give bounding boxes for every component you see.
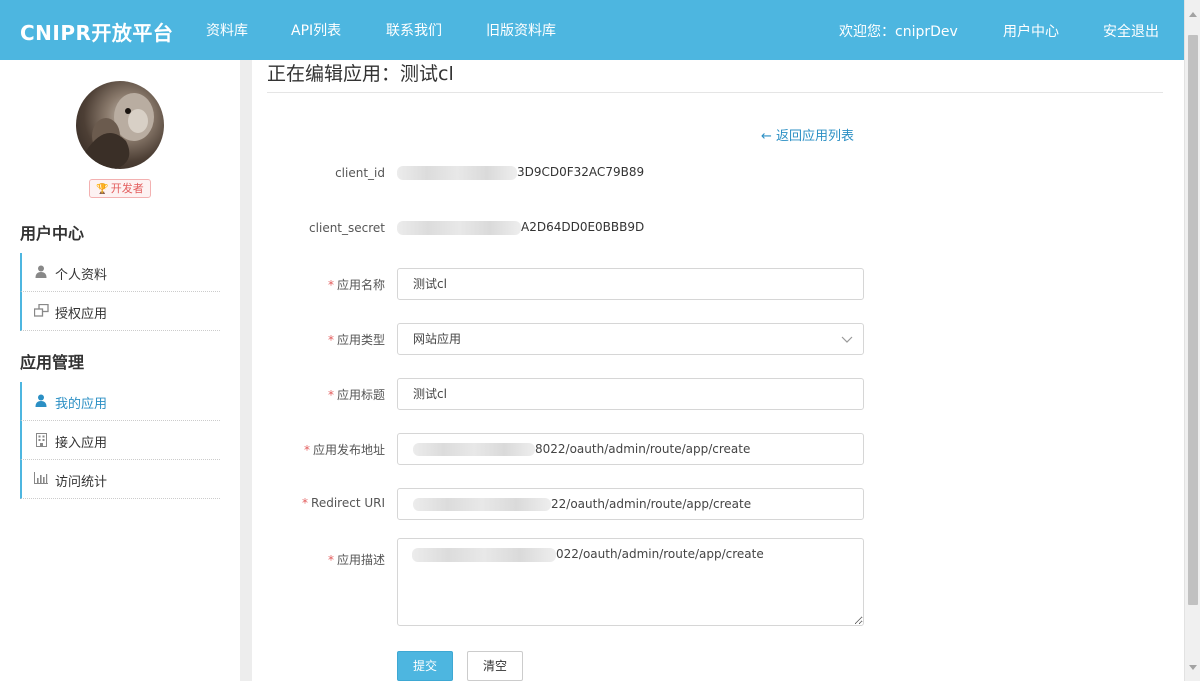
app-name-input[interactable]: 测试cl xyxy=(397,268,864,300)
description-value: 022/oauth/admin/route/app/create xyxy=(412,547,764,562)
section-title-app-management: 应用管理 xyxy=(20,353,85,372)
top-navbar: CNIPR开放平台 资料库 API列表 联系我们 旧版资料库 欢迎您：cnipr… xyxy=(0,0,1184,60)
logout-link[interactable]: 安全退出 xyxy=(1103,21,1159,41)
building-icon xyxy=(34,433,48,447)
arrow-left-icon: ← xyxy=(761,129,772,144)
chevron-down-icon xyxy=(841,336,853,343)
main-content: 正在编辑应用：测试cl ← 返回应用列表 client_id 3D9CD0F32… xyxy=(252,60,1184,681)
scroll-thumb[interactable] xyxy=(1188,35,1198,605)
user-icon xyxy=(34,394,48,408)
publish-url-input[interactable]: 8022/oauth/admin/route/app/create xyxy=(397,433,864,465)
scroll-up-arrow-icon[interactable] xyxy=(1189,12,1197,17)
sidebar: 🏆 开发者 用户中心 个人资料 授权应用 应用管理 我的应用 接入应用 访问统计 xyxy=(0,60,240,681)
trophy-icon: 🏆 xyxy=(96,184,109,195)
nav-old-library[interactable]: 旧版资料库 xyxy=(486,20,556,40)
developer-badge: 🏆 开发者 xyxy=(89,179,151,198)
redirect-uri-label: * Redirect URI xyxy=(302,496,385,510)
redacted-block xyxy=(413,443,535,456)
nav-library[interactable]: 资料库 xyxy=(206,20,248,40)
nav-user-center[interactable]: 用户中心 xyxy=(1003,21,1059,41)
redirect-uri-input[interactable]: 22/oauth/admin/route/app/create xyxy=(397,488,864,520)
publish-url-label: * 应用发布地址 xyxy=(303,443,385,457)
submit-button[interactable]: 提交 xyxy=(397,651,453,681)
vertical-scrollbar[interactable] xyxy=(1184,0,1200,681)
brand-logo[interactable]: CNIPR开放平台 xyxy=(20,17,173,46)
client-secret-value: A2D64DD0E0BBB9D xyxy=(397,220,644,235)
sidebar-item-access-stats[interactable]: 访问统计 xyxy=(20,460,220,499)
page-title: 正在编辑应用：测试cl xyxy=(267,63,454,85)
redacted-block xyxy=(397,165,517,180)
redacted-block xyxy=(413,498,551,511)
avatar xyxy=(76,81,164,169)
nav-api-list[interactable]: API列表 xyxy=(291,20,341,40)
app-title-input[interactable]: 测试cl xyxy=(397,378,864,410)
user-icon xyxy=(34,265,48,279)
app-type-label: * 应用类型 xyxy=(327,333,385,347)
app-title-label: * 应用标题 xyxy=(327,388,385,402)
scroll-down-arrow-icon[interactable] xyxy=(1189,665,1197,670)
title-divider xyxy=(267,92,1163,93)
redacted-block xyxy=(397,220,521,235)
client-id-value: 3D9CD0F32AC79B89 xyxy=(397,165,644,180)
sidebar-item-my-apps[interactable]: 我的应用 xyxy=(20,382,220,421)
section-title-user-center: 用户中心 xyxy=(20,224,85,243)
windows-icon xyxy=(33,303,49,318)
app-type-select[interactable]: 网站应用 xyxy=(397,323,864,355)
back-to-app-list-link[interactable]: ← 返回应用列表 xyxy=(761,125,854,144)
clear-button[interactable]: 清空 xyxy=(467,651,523,681)
sidebar-item-integrated-apps[interactable]: 接入应用 xyxy=(20,421,220,460)
bar-chart-icon xyxy=(34,472,48,486)
sidebar-item-profile[interactable]: 个人资料 xyxy=(20,253,220,292)
nav-contact-us[interactable]: 联系我们 xyxy=(386,20,442,40)
redacted-block xyxy=(412,547,556,562)
description-label: * 应用描述 xyxy=(327,553,385,567)
client-id-label: client_id xyxy=(335,166,385,180)
welcome-user[interactable]: 欢迎您：cniprDev xyxy=(839,21,958,41)
client-secret-label: client_secret xyxy=(309,221,385,235)
sidebar-item-authorized-apps[interactable]: 授权应用 xyxy=(20,292,220,331)
app-name-label: * 应用名称 xyxy=(327,278,385,292)
